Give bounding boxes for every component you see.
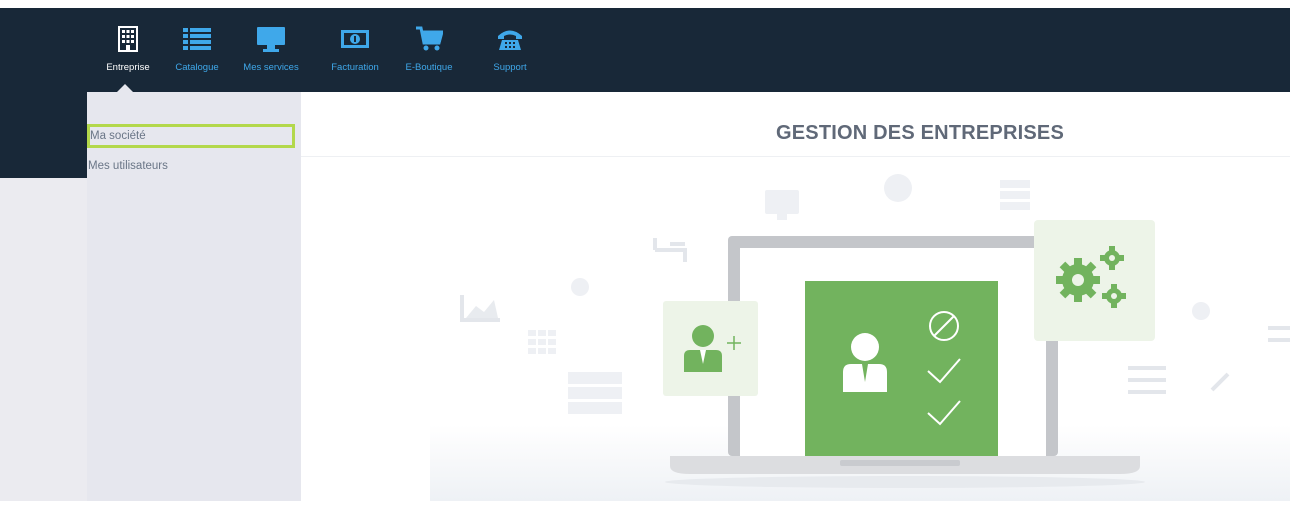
submenu-item-mes-utilisateurs[interactable]: Mes utilisateurs [88,160,168,172]
nav-item-mes-services[interactable]: Mes services [233,8,309,92]
active-nav-caret [117,84,133,92]
phone-icon [493,24,527,54]
nav-item-support[interactable]: Support [490,8,530,92]
nav-label: Support [493,62,527,73]
nav-label: Entreprise [106,62,150,73]
nav-label: Facturation [331,62,379,73]
submenu-panel: Ma société Mes utilisateurs [87,92,301,501]
nav-item-facturation[interactable]: Facturation [322,8,388,92]
left-margin-light [0,178,87,501]
submenu-item-ma-societe[interactable]: Ma société [87,124,295,148]
title-divider [301,156,1290,157]
nav-item-catalogue[interactable]: Catalogue [172,8,222,92]
cart-icon [412,24,446,54]
monitor-icon [254,24,288,54]
left-margin-dark [0,92,87,178]
nav-label: Mes services [243,62,299,73]
page-title: GESTION DES ENTREPRISES [776,122,1064,144]
nav-label: E-Boutique [405,62,453,73]
submenu-item-label: Mes utilisateurs [88,160,168,172]
list-icon [180,24,214,54]
nav-item-e-boutique[interactable]: E-Boutique [401,8,457,92]
nav-item-entreprise[interactable]: Entreprise [106,8,150,92]
submenu-item-label: Ma société [90,130,146,142]
enterprise-management-illustration [400,160,1290,506]
nav-label: Catalogue [175,62,219,73]
banknote-icon [338,24,372,54]
building-icon [111,24,145,54]
